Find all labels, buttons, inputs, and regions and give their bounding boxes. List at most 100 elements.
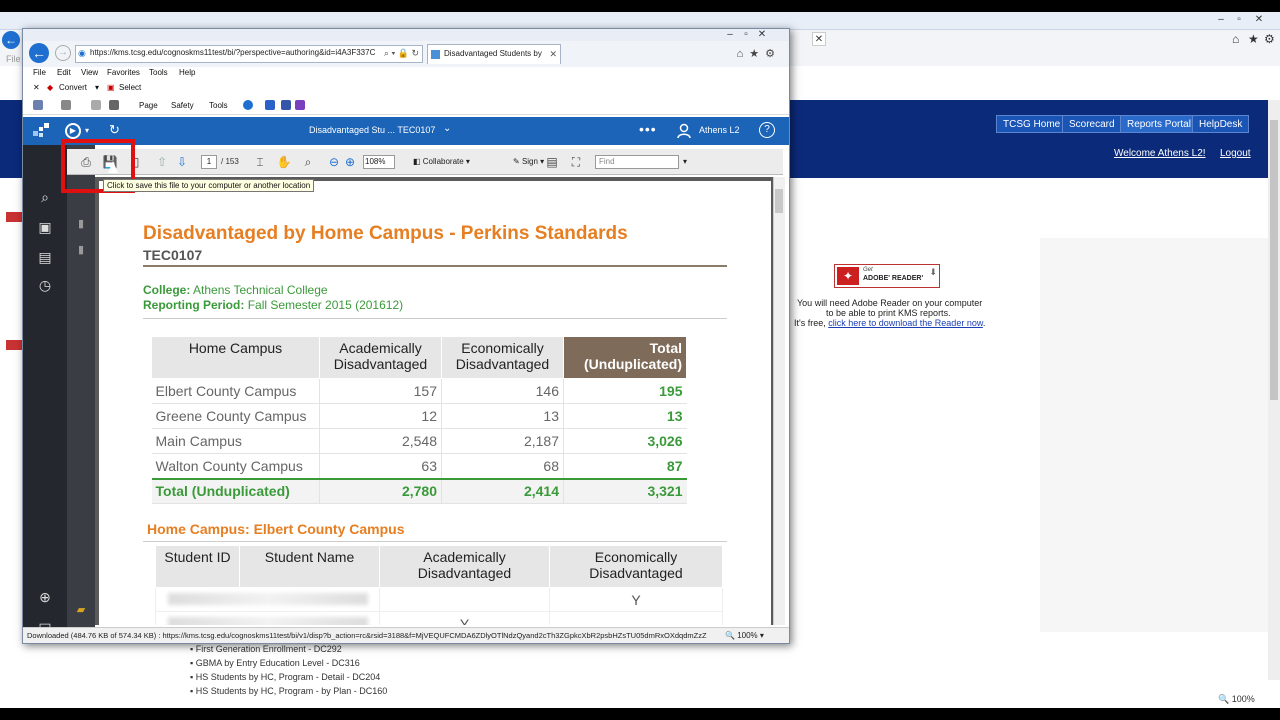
tab-favicon-icon xyxy=(431,50,440,59)
browser-icons[interactable]: ⌂★⚙ xyxy=(737,47,781,60)
recent-clock-icon[interactable]: ◷ xyxy=(37,277,53,293)
browser-tab[interactable]: Disadvantaged Students by ... ✕ xyxy=(427,44,561,64)
mail-icon[interactable] xyxy=(91,100,101,110)
onenote-linked-icon[interactable] xyxy=(295,100,305,110)
address-actions[interactable]: ⌕ ▾ 🔒 ↻ xyxy=(384,48,419,59)
browser-navbar: ← → ◉ https://kms.tcsg.edu/cognoskms11te… xyxy=(23,41,789,67)
zoom-select[interactable]: 108% xyxy=(363,155,395,169)
select-button[interactable]: Select xyxy=(119,83,141,92)
chevron-down-icon[interactable]: ▾ xyxy=(95,83,99,92)
chevron-down-icon[interactable]: ▾ xyxy=(85,126,89,135)
close-tab-icon[interactable]: ✕ xyxy=(549,49,557,60)
favorites-star-icon[interactable]: ★ xyxy=(1248,32,1259,46)
menu-help[interactable]: Help xyxy=(179,68,195,77)
back-arrow-icon[interactable]: ← xyxy=(2,31,20,49)
pdf-scrollbar-thumb[interactable] xyxy=(775,189,783,213)
back-arrow-icon[interactable]: ← xyxy=(29,43,49,63)
tools-menu[interactable]: Tools xyxy=(209,101,228,110)
gear-icon[interactable]: ⚙ xyxy=(1264,32,1275,46)
download-arrow-icon: ⬇ xyxy=(929,267,937,277)
refresh-icon[interactable]: ↻ xyxy=(109,122,120,138)
report-title-dropdown[interactable]: Disadvantaged Stu ... TEC0107 xyxy=(309,125,435,135)
close-bar-icon[interactable]: ✕ xyxy=(33,83,40,92)
search-icon[interactable]: ⌕ xyxy=(37,189,53,205)
welcome-link[interactable]: Welcome Athens L2! xyxy=(1114,148,1206,159)
maximize-button[interactable]: ▫ xyxy=(739,29,753,41)
next-page-icon[interactable]: ⇩ xyxy=(173,153,191,171)
get-adobe-reader-badge[interactable]: ✦ Get ADOBE' READER' ⬇ xyxy=(834,264,940,288)
collaborate-button[interactable]: ◧ Collaborate ▾ xyxy=(413,157,470,166)
tcsg-home-button[interactable]: TCSG Home xyxy=(996,115,1068,133)
chevron-down-icon[interactable]: ⌄ xyxy=(443,123,451,134)
find-input[interactable]: Find xyxy=(595,155,679,169)
prev-page-icon[interactable]: ⇧ xyxy=(153,153,171,171)
menu-edit[interactable]: Edit xyxy=(57,68,71,77)
list-item[interactable]: ▪ GBMA by Entry Education Level - DC316 xyxy=(190,658,360,668)
hp-icon[interactable] xyxy=(265,100,275,110)
home-page-icon[interactable] xyxy=(33,100,43,110)
bookmarks-icon[interactable]: ▮ xyxy=(73,243,89,259)
close-button[interactable]: ✕ xyxy=(1252,14,1266,26)
print-icon[interactable] xyxy=(109,100,119,110)
feeds-icon[interactable] xyxy=(61,100,71,110)
forward-arrow-icon[interactable]: → xyxy=(55,45,71,61)
list-item[interactable]: ▪ First Generation Enrollment - DC292 xyxy=(190,644,342,654)
onenote-icon[interactable] xyxy=(281,100,291,110)
cell xyxy=(549,611,723,625)
address-bar[interactable]: ◉ https://kms.tcsg.edu/cognoskms11test/b… xyxy=(75,45,423,63)
home-icon[interactable]: ⌂ xyxy=(1232,32,1239,46)
reports-portal-button[interactable]: Reports Portal xyxy=(1120,115,1198,133)
menu-favorites[interactable]: Favorites xyxy=(107,68,140,77)
menu-view[interactable]: View xyxy=(81,68,98,77)
page-scrollbar-thumb[interactable] xyxy=(1270,120,1278,400)
cell: 87 xyxy=(563,453,687,479)
user-icon[interactable] xyxy=(677,123,691,139)
cognos-logo-icon[interactable] xyxy=(33,123,49,139)
my-content-icon[interactable]: ▣ xyxy=(37,219,53,235)
cell: 13 xyxy=(441,403,564,429)
marquee-zoom-icon[interactable]: ⌕ xyxy=(299,153,317,171)
menu-tools[interactable]: Tools xyxy=(149,68,168,77)
more-options-icon[interactable]: ••• xyxy=(639,121,657,137)
convert-button[interactable]: Convert xyxy=(59,83,87,92)
help-icon[interactable] xyxy=(243,100,253,110)
new-plus-icon[interactable]: ⊕ xyxy=(37,589,53,605)
zoom-level[interactable]: 🔍 100% xyxy=(1218,694,1255,705)
user-name[interactable]: Athens L2 xyxy=(699,125,740,135)
maximize-button[interactable]: ▫ xyxy=(1232,14,1246,26)
close-button[interactable]: ✕ xyxy=(755,29,769,41)
team-content-icon[interactable]: ▤ xyxy=(37,249,53,265)
menu-file[interactable]: File xyxy=(33,68,46,77)
list-item[interactable]: ▪ HS Students by HC, Program - Detail - … xyxy=(190,672,380,682)
sign-button[interactable]: ✎ Sign ▾ xyxy=(513,157,544,166)
run-icon[interactable]: ▶ xyxy=(65,123,81,139)
hand-tool-icon[interactable]: ✋ xyxy=(275,153,293,171)
download-reader-link[interactable]: click here to download the Reader now xyxy=(828,318,983,328)
cell: 157 xyxy=(319,378,442,404)
pdf-scrollbar[interactable] xyxy=(773,177,785,625)
minimize-button[interactable]: – xyxy=(1214,14,1228,26)
close-tab-icon[interactable]: ✕ xyxy=(812,32,826,46)
list-item-label: First Generation Enrollment - DC292 xyxy=(195,644,342,654)
comments-icon[interactable]: ▰ xyxy=(73,603,89,619)
address-text: https://kms.tcsg.edu/cognoskms11test/bi/… xyxy=(90,48,376,57)
help-icon[interactable]: ? xyxy=(759,122,775,138)
page-number-input[interactable]: 1 xyxy=(201,155,217,169)
fit-width-icon[interactable]: ▤ xyxy=(543,153,561,171)
status-zoom[interactable]: 🔍 100% ▾ xyxy=(725,631,764,640)
col-academic: Academically Disadvantaged xyxy=(379,545,550,588)
safety-menu[interactable]: Safety xyxy=(171,101,194,110)
zoom-in-icon[interactable]: ⊕ xyxy=(341,153,359,171)
helpdesk-button[interactable]: HelpDesk xyxy=(1192,115,1250,133)
minimize-button[interactable]: – xyxy=(723,29,737,41)
logout-link[interactable]: Logout xyxy=(1220,148,1251,159)
pages-icon[interactable]: ▮ xyxy=(73,217,89,233)
fit-page-icon[interactable]: ⛶ xyxy=(567,153,585,171)
summary-table: Home Campus Academically Disadvantaged E… xyxy=(151,336,687,504)
page-menu[interactable]: Page xyxy=(139,101,158,110)
chevron-down-icon[interactable]: ▾ xyxy=(683,157,687,166)
select-tool-icon[interactable]: ⌶ xyxy=(251,153,269,171)
scorecard-button[interactable]: Scorecard xyxy=(1062,115,1122,133)
list-item[interactable]: ▪ HS Students by HC, Program - by Plan -… xyxy=(190,686,387,696)
pdf-page: Disadvantaged by Home Campus - Perkins S… xyxy=(99,181,771,625)
